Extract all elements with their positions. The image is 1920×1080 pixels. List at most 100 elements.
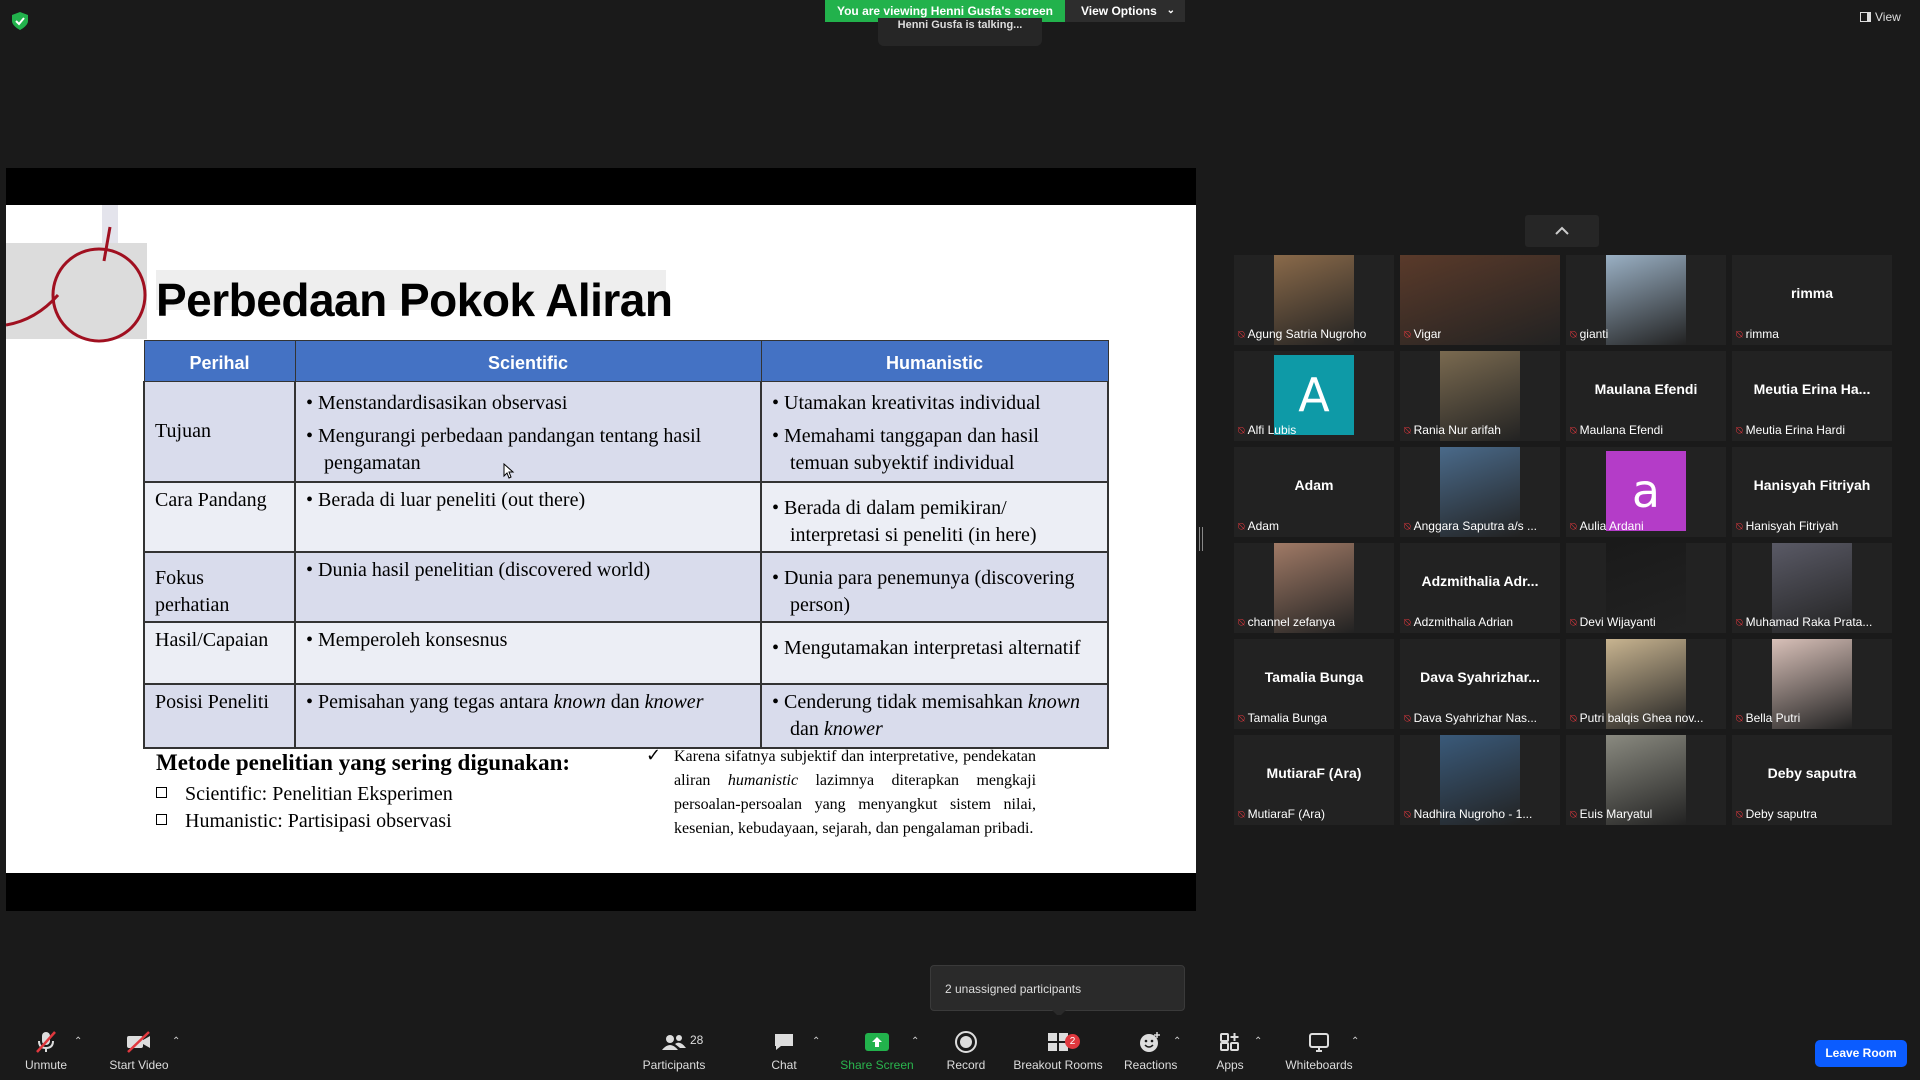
checkbox-bullet-icon bbox=[156, 814, 167, 825]
muted-mic-icon: ⍉ bbox=[1736, 329, 1743, 341]
reactions-options-caret-icon[interactable]: ⌃ bbox=[1173, 1036, 1181, 1047]
participant-tile[interactable]: Deby saputra ⍉ Deby saputra bbox=[1732, 735, 1892, 825]
participant-label: ⍉ Vigar bbox=[1404, 327, 1441, 342]
bullet-item: • Menstandardisasikan observasi bbox=[306, 392, 568, 414]
participant-tile[interactable]: ⍉ channel zefanya bbox=[1234, 543, 1394, 633]
bullet-item: • Mengutamakan interpretasi alternatif bbox=[772, 636, 1081, 659]
participant-name: channel zefanya bbox=[1247, 615, 1336, 629]
leave-room-button[interactable]: Leave Room bbox=[1815, 1040, 1907, 1067]
video-options-caret-icon[interactable]: ⌃ bbox=[172, 1036, 180, 1047]
participant-display-name: Adzmithalia Adr... bbox=[1421, 573, 1539, 589]
bullet-item: • Dunia para penemunya (discovering pers… bbox=[772, 566, 1075, 616]
muted-mic-icon: ⍉ bbox=[1238, 521, 1245, 533]
shared-slide: Perbedaan Pokok Aliran Perihal Scientifi… bbox=[6, 205, 1196, 873]
participant-tile[interactable]: ⍉ gianti bbox=[1566, 255, 1726, 345]
chat-options-caret-icon[interactable]: ⌃ bbox=[812, 1036, 820, 1047]
participant-tile[interactable]: ⍉ Putri balqis Ghea nov... bbox=[1566, 639, 1726, 729]
audio-options-caret-icon[interactable]: ⌃ bbox=[74, 1036, 82, 1047]
reactions-label: Reactions bbox=[1124, 1058, 1178, 1072]
participant-video bbox=[1606, 255, 1686, 345]
muted-mic-icon: ⍉ bbox=[1570, 809, 1577, 821]
participant-tile[interactable]: ⍉ Nadhira Nugroho - 1... bbox=[1400, 735, 1560, 825]
split-drag-handle[interactable] bbox=[1199, 527, 1203, 551]
muted-mic-icon: ⍉ bbox=[1404, 713, 1411, 725]
record-button[interactable]: Record bbox=[944, 1030, 988, 1072]
table-cell: • Berada di dalam pemikiran/ interpretas… bbox=[760, 481, 1109, 553]
participant-tile[interactable]: MutiaraF (Ara) ⍉ MutiaraF (Ara) bbox=[1234, 735, 1394, 825]
muted-mic-icon: ⍉ bbox=[1570, 713, 1577, 725]
video-off-icon bbox=[127, 1031, 150, 1053]
whiteboards-button[interactable]: Whiteboards bbox=[1282, 1030, 1356, 1072]
participants-label: Participants bbox=[642, 1058, 706, 1072]
participant-tile[interactable]: ⍉ Vigar bbox=[1400, 255, 1560, 345]
method-item: Humanistic: Partisipasi observasi bbox=[156, 810, 452, 833]
muted-mic-icon: ⍉ bbox=[1736, 713, 1743, 725]
chevron-up-icon bbox=[1555, 226, 1569, 235]
view-button[interactable]: View bbox=[1860, 10, 1901, 24]
whiteboards-options-caret-icon[interactable]: ⌃ bbox=[1351, 1036, 1359, 1047]
apps-button[interactable]: Apps bbox=[1210, 1030, 1250, 1072]
participants-icon bbox=[662, 1035, 686, 1050]
participant-tile[interactable]: rimma ⍉ rimma bbox=[1732, 255, 1892, 345]
participant-tile[interactable]: ⍉ Anggara Saputra a/s ... bbox=[1400, 447, 1560, 537]
unmute-button[interactable]: Unmute bbox=[16, 1030, 76, 1072]
participant-display-name: Meutia Erina Ha... bbox=[1753, 381, 1871, 397]
participant-label: ⍉ Nadhira Nugroho - 1... bbox=[1404, 807, 1532, 822]
participant-name: Aulia Ardani bbox=[1579, 519, 1644, 533]
table-row: Tujuan • Menstandardisasikan observasi •… bbox=[143, 381, 1109, 483]
muted-mic-icon: ⍉ bbox=[1570, 521, 1577, 533]
record-icon bbox=[955, 1031, 977, 1053]
participant-label: ⍉ Bella Putri bbox=[1736, 711, 1800, 726]
share-screen-button[interactable]: Share Screen bbox=[840, 1030, 914, 1072]
participant-tile[interactable]: Meutia Erina Ha... ⍉ Meutia Erina Hardi bbox=[1732, 351, 1892, 441]
muted-mic-icon: ⍉ bbox=[1736, 521, 1743, 533]
perihal-label: Fokus perhatian bbox=[155, 566, 230, 616]
table-row: Fokus perhatian • Dunia hasil penelitian… bbox=[143, 551, 1109, 623]
participant-label: ⍉ MutiaraF (Ara) bbox=[1238, 807, 1325, 822]
security-shield-icon[interactable] bbox=[12, 12, 28, 30]
participant-name: Agung Satria Nugroho bbox=[1247, 327, 1367, 341]
note-paragraph: Karena sifatnya subjektif dan interpreta… bbox=[674, 748, 1037, 837]
participant-tile[interactable]: ⍉ Agung Satria Nugroho bbox=[1234, 255, 1394, 345]
participant-tile[interactable]: Adzmithalia Adr... ⍉ Adzmithalia Adrian bbox=[1400, 543, 1560, 633]
participant-label: ⍉ Adam bbox=[1238, 519, 1279, 534]
share-options-caret-icon[interactable]: ⌃ bbox=[911, 1036, 919, 1047]
participant-tile[interactable]: Dava Syahrizhar... ⍉ Dava Syahrizhar Nas..… bbox=[1400, 639, 1560, 729]
view-options-button[interactable]: View Options ⌄ bbox=[1065, 0, 1185, 22]
participant-tile[interactable]: A ⍉ Alfi Lubis bbox=[1234, 351, 1394, 441]
participant-label: ⍉ Adzmithalia Adrian bbox=[1404, 615, 1513, 630]
participant-name: Euis Maryatul bbox=[1579, 807, 1653, 821]
reactions-button[interactable]: Reactions bbox=[1124, 1030, 1178, 1072]
muted-mic-icon: ⍉ bbox=[1238, 617, 1245, 629]
apps-options-caret-icon[interactable]: ⌃ bbox=[1254, 1036, 1262, 1047]
start-video-button[interactable]: Start Video bbox=[104, 1030, 174, 1072]
muted-mic-icon: ⍉ bbox=[1238, 425, 1245, 437]
participant-display-name: Dava Syahrizhar... bbox=[1420, 669, 1540, 685]
column-header: Scientific bbox=[294, 340, 762, 382]
participant-tile[interactable]: ⍉ Euis Maryatul bbox=[1566, 735, 1726, 825]
participant-tile[interactable]: ⍉ Devi Wijayanti bbox=[1566, 543, 1726, 633]
participant-label: ⍉ Aulia Ardani bbox=[1570, 519, 1644, 534]
participant-tile[interactable]: ⍉ Rania Nur arifah bbox=[1400, 351, 1560, 441]
participant-name: Adam bbox=[1247, 519, 1279, 533]
apps-label: Apps bbox=[1216, 1058, 1244, 1072]
participant-tile[interactable]: Tamalia Bunga ⍉ Tamalia Bunga bbox=[1234, 639, 1394, 729]
table-row: Posisi Peneliti • Pemisahan yang tegas a… bbox=[143, 683, 1109, 749]
gallery-scroll-up-button[interactable] bbox=[1525, 215, 1599, 247]
breakout-rooms-button[interactable]: Breakout Rooms bbox=[1013, 1030, 1103, 1072]
participant-label: ⍉ Agung Satria Nugroho bbox=[1238, 327, 1366, 342]
participant-tile[interactable]: Maulana Efendi ⍉ Maulana Efendi bbox=[1566, 351, 1726, 441]
participant-name: Alfi Lubis bbox=[1247, 423, 1297, 437]
participant-tile[interactable]: ⍉ Muhamad Raka Prata... bbox=[1732, 543, 1892, 633]
participant-label: ⍉ Devi Wijayanti bbox=[1570, 615, 1656, 630]
unassigned-participants-popup[interactable]: 2 unassigned participants bbox=[930, 965, 1185, 1011]
participant-tile[interactable]: a ⍉ Aulia Ardani bbox=[1566, 447, 1726, 537]
participant-tile[interactable]: ⍉ Bella Putri bbox=[1732, 639, 1892, 729]
muted-mic-icon: ⍉ bbox=[1238, 809, 1245, 821]
bullet-item: • Cenderung tidak memisahkan known dan k… bbox=[772, 690, 1081, 740]
participant-tile[interactable]: Adam ⍉ Adam bbox=[1234, 447, 1394, 537]
participant-label: ⍉ Alfi Lubis bbox=[1238, 423, 1296, 438]
method-item: Scientific: Penelitian Eksperimen bbox=[156, 783, 453, 806]
chat-button[interactable]: Chat bbox=[764, 1030, 804, 1072]
participant-tile[interactable]: Hanisyah Fitriyah ⍉ Hanisyah Fitriyah bbox=[1732, 447, 1892, 537]
